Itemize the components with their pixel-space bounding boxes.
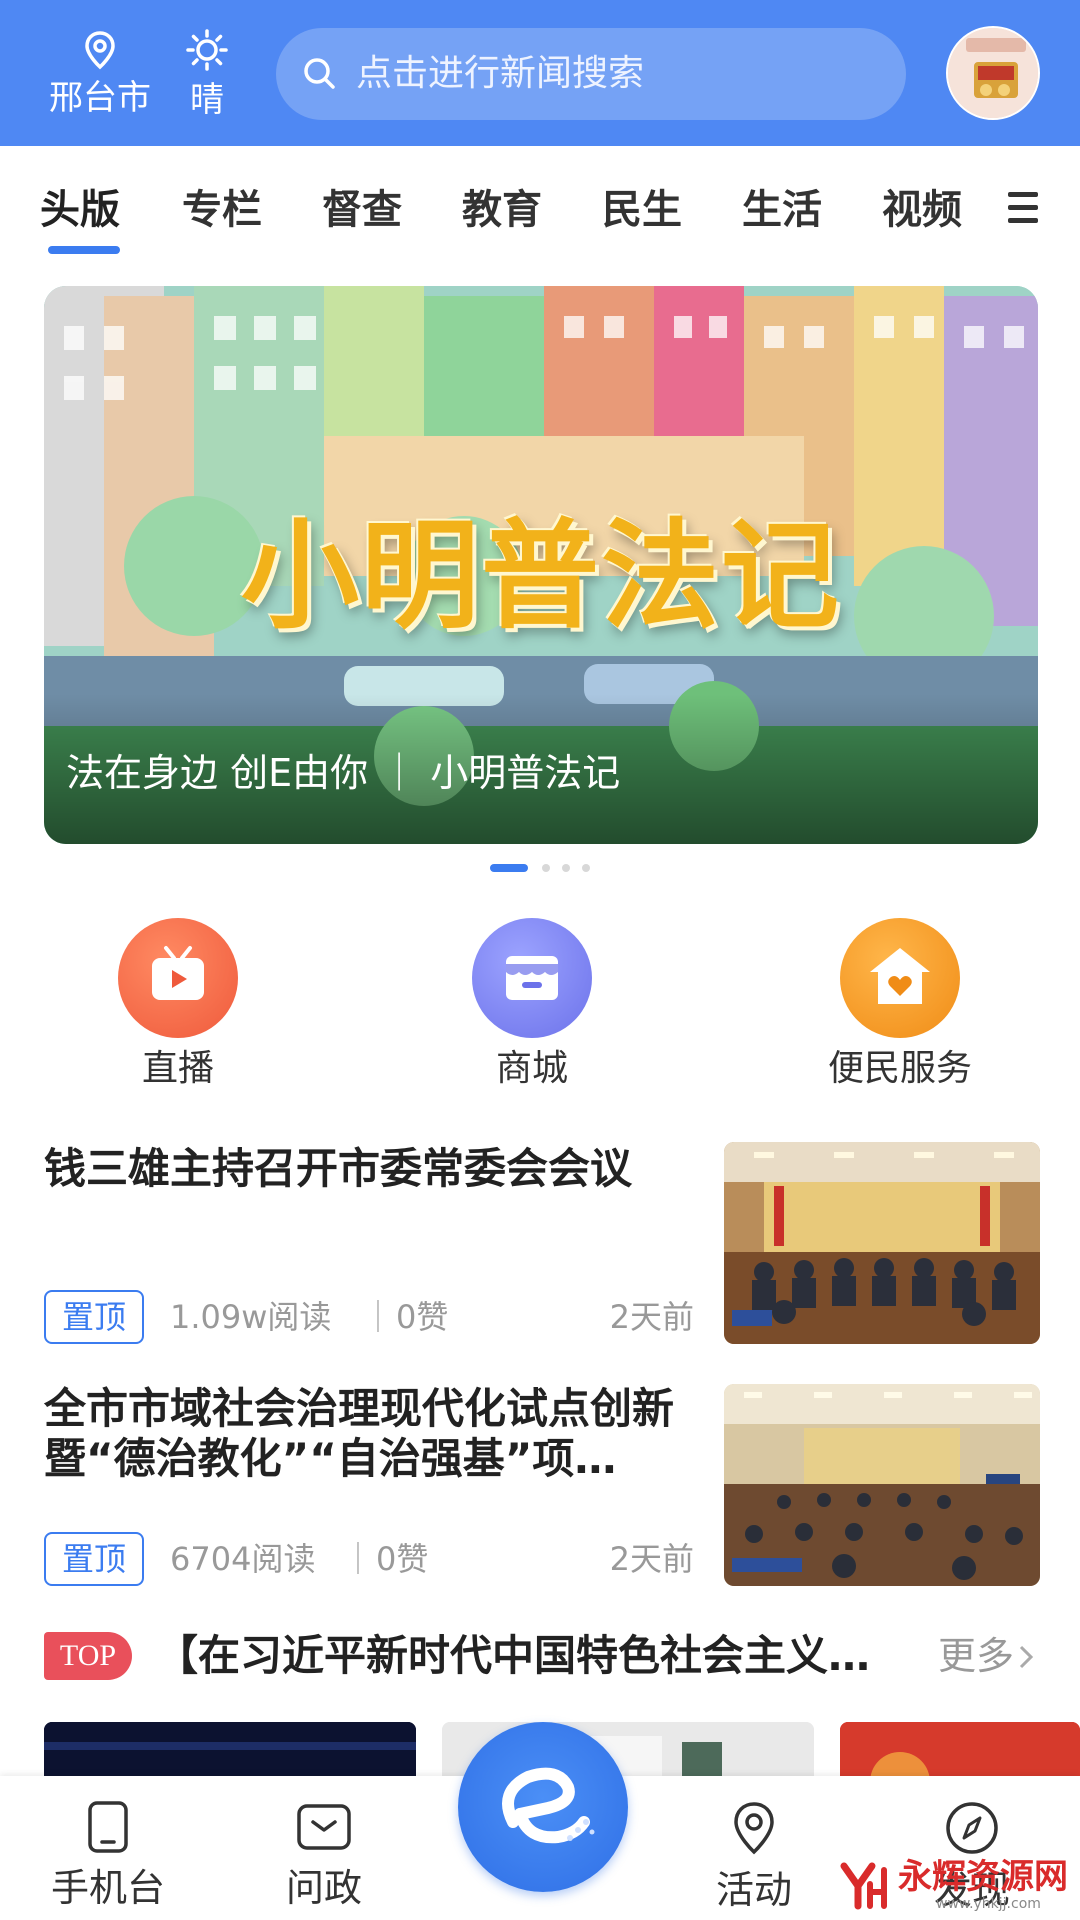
city-selector[interactable]: 邢台市 <box>40 30 160 118</box>
active-tab-indicator <box>48 246 120 254</box>
live-shortcut[interactable]: 直播 <box>68 918 288 1092</box>
tab-inspection[interactable]: 督查 <box>322 182 402 238</box>
tab-column[interactable]: 专栏 <box>182 182 262 238</box>
user-avatar[interactable] <box>946 26 1040 120</box>
news-thumbnail[interactable] <box>724 1384 1040 1586</box>
tab-livelihood[interactable]: 民生 <box>602 182 682 238</box>
ticker-headline: 【在习近平新时代中国特色社会主义… <box>156 1631 871 1680</box>
e-logo-icon <box>502 1767 595 1844</box>
read-count: 1.09w阅读 <box>170 1298 332 1336</box>
top-badge: TOP <box>44 1632 132 1680</box>
avatar-image <box>948 28 1038 118</box>
city-label: 邢台市 <box>49 78 151 118</box>
tab-video[interactable]: 视频 <box>882 182 962 238</box>
nav-label: 问政 <box>285 1866 362 1910</box>
watermark-text: 永辉资源网 <box>898 1857 1068 1897</box>
carousel-dot[interactable] <box>542 864 550 872</box>
service-label: 便民服务 <box>827 1048 972 1089</box>
app-header: 邢台市 晴 点击进行新闻搜索 <box>0 0 1080 146</box>
pinned-badge: 置顶 <box>44 1532 144 1586</box>
watermark-logo <box>840 1862 887 1910</box>
nav-inquiry[interactable]: 问政 <box>254 1800 394 1912</box>
meta-separator: ｜ <box>362 1298 395 1336</box>
compass-icon <box>946 1802 998 1854</box>
category-tabs: 头版 专栏 督查 教育 民生 生活 视频 <box>0 146 1080 266</box>
like-count: 0赞 <box>396 1298 449 1336</box>
location-pin-icon <box>734 1802 774 1855</box>
chevron-right-icon <box>1019 1645 1034 1669</box>
search-icon <box>304 58 335 89</box>
phone-icon <box>88 1801 128 1853</box>
home-logo-button[interactable] <box>458 1722 628 1892</box>
tv-play-icon <box>118 918 238 1038</box>
nav-label: 手机台 <box>50 1866 165 1910</box>
news-item[interactable]: 全市市域社会治理现代化试点创新暨“德治教化”“自治强基”项… 置顶 6704阅读… <box>44 1384 1040 1588</box>
banner-title: 小明普法记 <box>240 507 841 645</box>
menu-icon[interactable] <box>1008 192 1038 226</box>
carousel-dot[interactable] <box>490 864 528 872</box>
like-count: 0赞 <box>376 1540 429 1578</box>
publish-time: 2天前 <box>609 1540 694 1578</box>
nav-activity[interactable]: 活动 <box>684 1800 824 1914</box>
news-meta: 置顶 1.09w阅读 ｜ 0赞 2天前 <box>44 1290 694 1344</box>
search-placeholder: 点击进行新闻搜索 <box>356 53 645 94</box>
house-heart-icon <box>840 918 960 1038</box>
news-title: 钱三雄主持召开市委常委会会议 <box>44 1144 633 1193</box>
shop-shortcut[interactable]: 商城 <box>422 918 642 1092</box>
carousel-dot[interactable] <box>582 864 590 872</box>
search-bar[interactable]: 点击进行新闻搜索 <box>276 28 906 120</box>
watermark-url: www.yhkjj.com <box>936 1896 1041 1912</box>
watermark: 永辉资源网 www.yhkjj.com <box>836 1856 1068 1916</box>
location-pin-icon <box>85 31 115 70</box>
publish-time: 2天前 <box>609 1298 694 1336</box>
banner-caption: 法在身边 创E由你 ｜ 小明普法记 <box>66 751 621 795</box>
news-thumbnail[interactable] <box>724 1142 1040 1344</box>
meta-separator: ｜ <box>342 1540 375 1578</box>
shop-label: 商城 <box>495 1048 568 1089</box>
top-news-ticker[interactable]: TOP 【在习近平新时代中国特色社会主义… 更多 <box>44 1628 1040 1684</box>
sun-icon <box>186 29 228 71</box>
service-shortcut[interactable]: 便民服务 <box>790 918 1010 1092</box>
live-label: 直播 <box>141 1048 214 1089</box>
pinned-badge: 置顶 <box>44 1290 144 1344</box>
news-title: 全市市域社会治理现代化试点创新暨“德治教化”“自治强基”项… <box>44 1384 675 1483</box>
nav-label: 活动 <box>715 1868 792 1912</box>
nav-phone-tv[interactable]: 手机台 <box>38 1800 178 1912</box>
tab-life[interactable]: 生活 <box>742 182 822 238</box>
tab-headline[interactable]: 头版 <box>40 182 120 238</box>
read-count: 6704阅读 <box>170 1540 316 1578</box>
news-meta: 置顶 6704阅读 ｜ 0赞 2天前 <box>44 1532 694 1586</box>
weather-label: 晴 <box>190 80 224 120</box>
news-item[interactable]: 钱三雄主持召开市委常委会会议 置顶 1.09w阅读 ｜ 0赞 2天前 <box>44 1142 1040 1344</box>
shop-icon <box>472 918 592 1038</box>
message-icon <box>297 1804 351 1850</box>
banner-carousel[interactable]: 小明普法记 法在身边 创E由你 ｜ 小明普法记 <box>44 286 1038 844</box>
tab-education[interactable]: 教育 <box>462 182 542 238</box>
more-link[interactable]: 更多 <box>938 1628 1014 1684</box>
weather-widget[interactable]: 晴 <box>172 28 242 120</box>
carousel-dot[interactable] <box>562 864 570 872</box>
